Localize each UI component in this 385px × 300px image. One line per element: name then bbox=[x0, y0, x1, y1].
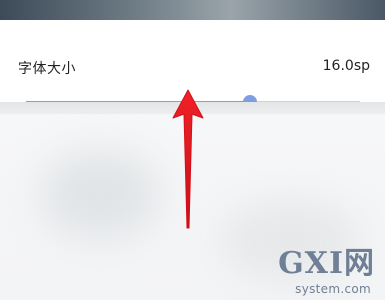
watermark-logo: GXI网 bbox=[278, 246, 375, 281]
watermark-url: system.com bbox=[295, 282, 371, 296]
background-image-strip bbox=[0, 0, 385, 20]
blurred-background bbox=[40, 150, 160, 240]
font-size-value: 16.0sp bbox=[322, 58, 370, 74]
red-up-arrow-icon bbox=[172, 89, 204, 229]
screen: 字体大小 16.0sp GXI网 system.com bbox=[0, 0, 385, 300]
font-size-label: 字体大小 bbox=[18, 61, 76, 77]
watermark: GXI网 system.com bbox=[278, 246, 379, 296]
